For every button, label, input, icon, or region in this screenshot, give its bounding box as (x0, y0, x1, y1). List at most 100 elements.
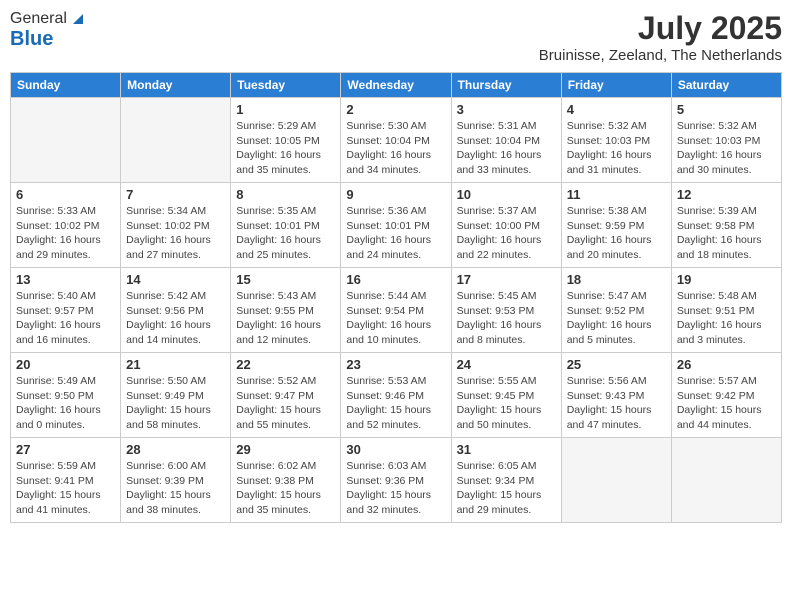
day-cell-18: 18Sunrise: 5:47 AM Sunset: 9:52 PM Dayli… (561, 268, 671, 353)
logo-blue: Blue (10, 28, 53, 51)
day-cell-30: 30 Sunrise: 6:03 AM Sunset: 9:36 PM Dayli… (341, 438, 451, 523)
day-number: 16 (346, 272, 445, 287)
day-info: Sunrise: 5:45 AM Sunset: 9:53 PM Dayligh… (457, 289, 556, 348)
weekday-header-friday: Friday (561, 73, 671, 98)
day-info: Sunrise: 5:44 AM Sunset: 9:54 PM Dayligh… (346, 289, 445, 348)
title-block: July 2025 Bruinisse, Zeeland, The Nether… (539, 10, 782, 64)
day-cell-8: 8Sunrise: 5:35 AM Sunset: 10:01 PM Dayli… (231, 183, 341, 268)
header: General Blue July 2025 Bruinisse, Zeelan… (10, 10, 782, 64)
day-number: 7 (126, 187, 225, 202)
day-cell-12: 12 Sunrise: 5:39 AM Sunset: 9:58 PM Dayli… (671, 183, 781, 268)
day-info: Sunrise: 5:37 AM Sunset: 10:00 PM Daylig… (457, 204, 556, 263)
day-cell-25: 25Sunrise: 5:56 AM Sunset: 9:43 PM Dayli… (561, 353, 671, 438)
weekday-header-thursday: Thursday (451, 73, 561, 98)
day-number: 27 (16, 442, 115, 457)
day-cell-15: 15 Sunrise: 5:43 AM Sunset: 9:55 PM Dayli… (231, 268, 341, 353)
week-row-1: 1Sunrise: 5:29 AM Sunset: 10:05 PM Dayli… (11, 98, 782, 183)
day-info: Sunrise: 5:34 AM Sunset: 10:02 PM Daylig… (126, 204, 225, 263)
week-row-3: 13Sunrise: 5:40 AM Sunset: 9:57 PM Dayli… (11, 268, 782, 353)
location: Bruinisse, Zeeland, The Netherlands (539, 47, 782, 64)
day-number: 4 (567, 102, 666, 117)
day-cell-27: 27 Sunrise: 5:59 AM Sunset: 9:41 PM Dayli… (11, 438, 121, 523)
day-info: Sunrise: 5:53 AM Sunset: 9:46 PM Dayligh… (346, 374, 445, 433)
day-info: Sunrise: 5:50 AM Sunset: 9:49 PM Dayligh… (126, 374, 225, 433)
empty-cell (121, 98, 231, 183)
day-info: Sunrise: 5:38 AM Sunset: 9:59 PM Dayligh… (567, 204, 666, 263)
day-cell-1: 1Sunrise: 5:29 AM Sunset: 10:05 PM Dayli… (231, 98, 341, 183)
day-info: Sunrise: 6:03 AM Sunset: 9:36 PM Dayligh… (346, 459, 445, 518)
day-info: Sunrise: 5:29 AM Sunset: 10:05 PM Daylig… (236, 119, 335, 178)
day-number: 30 (346, 442, 445, 457)
day-number: 19 (677, 272, 776, 287)
day-cell-4: 4 Sunrise: 5:32 AM Sunset: 10:03 PM Dayli… (561, 98, 671, 183)
weekday-header-row: SundayMondayTuesdayWednesdayThursdayFrid… (11, 73, 782, 98)
day-cell-13: 13Sunrise: 5:40 AM Sunset: 9:57 PM Dayli… (11, 268, 121, 353)
day-number: 3 (457, 102, 556, 117)
day-number: 17 (457, 272, 556, 287)
day-info: Sunrise: 5:32 AM Sunset: 10:03 PM Daylig… (567, 119, 666, 178)
day-number: 12 (677, 187, 776, 202)
day-info: Sunrise: 5:33 AM Sunset: 10:02 PM Daylig… (16, 204, 115, 263)
day-info: Sunrise: 5:43 AM Sunset: 9:55 PM Dayligh… (236, 289, 335, 348)
empty-cell (11, 98, 121, 183)
day-cell-26: 26 Sunrise: 5:57 AM Sunset: 9:42 PM Dayli… (671, 353, 781, 438)
day-info: Sunrise: 5:39 AM Sunset: 9:58 PM Dayligh… (677, 204, 776, 263)
day-number: 2 (346, 102, 445, 117)
weekday-header-wednesday: Wednesday (341, 73, 451, 98)
day-info: Sunrise: 6:05 AM Sunset: 9:34 PM Dayligh… (457, 459, 556, 518)
day-info: Sunrise: 6:00 AM Sunset: 9:39 PM Dayligh… (126, 459, 225, 518)
day-number: 8 (236, 187, 335, 202)
day-cell-22: 22 Sunrise: 5:52 AM Sunset: 9:47 PM Dayli… (231, 353, 341, 438)
day-info: Sunrise: 5:47 AM Sunset: 9:52 PM Dayligh… (567, 289, 666, 348)
day-number: 9 (346, 187, 445, 202)
day-number: 11 (567, 187, 666, 202)
week-row-2: 6Sunrise: 5:33 AM Sunset: 10:02 PM Dayli… (11, 183, 782, 268)
day-cell-17: 17 Sunrise: 5:45 AM Sunset: 9:53 PM Dayli… (451, 268, 561, 353)
day-number: 31 (457, 442, 556, 457)
day-cell-29: 29Sunrise: 6:02 AM Sunset: 9:38 PM Dayli… (231, 438, 341, 523)
empty-cell (671, 438, 781, 523)
day-number: 20 (16, 357, 115, 372)
day-number: 21 (126, 357, 225, 372)
day-number: 26 (677, 357, 776, 372)
day-info: Sunrise: 5:56 AM Sunset: 9:43 PM Dayligh… (567, 374, 666, 433)
day-cell-7: 7 Sunrise: 5:34 AM Sunset: 10:02 PM Dayli… (121, 183, 231, 268)
day-cell-28: 28 Sunrise: 6:00 AM Sunset: 9:39 PM Dayli… (121, 438, 231, 523)
day-number: 29 (236, 442, 335, 457)
day-number: 28 (126, 442, 225, 457)
weekday-header-sunday: Sunday (11, 73, 121, 98)
day-cell-23: 23Sunrise: 5:53 AM Sunset: 9:46 PM Dayli… (341, 353, 451, 438)
week-row-5: 27 Sunrise: 5:59 AM Sunset: 9:41 PM Dayli… (11, 438, 782, 523)
month-year: July 2025 (539, 10, 782, 47)
calendar: SundayMondayTuesdayWednesdayThursdayFrid… (10, 72, 782, 523)
day-number: 13 (16, 272, 115, 287)
day-cell-2: 2Sunrise: 5:30 AM Sunset: 10:04 PM Dayli… (341, 98, 451, 183)
week-row-4: 20Sunrise: 5:49 AM Sunset: 9:50 PM Dayli… (11, 353, 782, 438)
day-cell-16: 16 Sunrise: 5:44 AM Sunset: 9:54 PM Dayli… (341, 268, 451, 353)
day-cell-5: 5Sunrise: 5:32 AM Sunset: 10:03 PM Dayli… (671, 98, 781, 183)
day-cell-21: 21 Sunrise: 5:50 AM Sunset: 9:49 PM Dayli… (121, 353, 231, 438)
day-info: Sunrise: 5:42 AM Sunset: 9:56 PM Dayligh… (126, 289, 225, 348)
day-info: Sunrise: 5:32 AM Sunset: 10:03 PM Daylig… (677, 119, 776, 178)
day-cell-10: 10 Sunrise: 5:37 AM Sunset: 10:00 PM Dayl… (451, 183, 561, 268)
day-cell-6: 6Sunrise: 5:33 AM Sunset: 10:02 PM Dayli… (11, 183, 121, 268)
day-cell-11: 11 Sunrise: 5:38 AM Sunset: 9:59 PM Dayli… (561, 183, 671, 268)
day-number: 10 (457, 187, 556, 202)
weekday-header-monday: Monday (121, 73, 231, 98)
weekday-header-saturday: Saturday (671, 73, 781, 98)
day-info: Sunrise: 5:57 AM Sunset: 9:42 PM Dayligh… (677, 374, 776, 433)
day-cell-19: 19 Sunrise: 5:48 AM Sunset: 9:51 PM Dayli… (671, 268, 781, 353)
day-cell-3: 3Sunrise: 5:31 AM Sunset: 10:04 PM Dayli… (451, 98, 561, 183)
day-info: Sunrise: 5:52 AM Sunset: 9:47 PM Dayligh… (236, 374, 335, 433)
day-cell-9: 9 Sunrise: 5:36 AM Sunset: 10:01 PM Dayli… (341, 183, 451, 268)
day-info: Sunrise: 5:59 AM Sunset: 9:41 PM Dayligh… (16, 459, 115, 518)
day-number: 15 (236, 272, 335, 287)
day-info: Sunrise: 5:48 AM Sunset: 9:51 PM Dayligh… (677, 289, 776, 348)
day-number: 22 (236, 357, 335, 372)
day-cell-24: 24Sunrise: 5:55 AM Sunset: 9:45 PM Dayli… (451, 353, 561, 438)
weekday-header-tuesday: Tuesday (231, 73, 341, 98)
day-cell-20: 20Sunrise: 5:49 AM Sunset: 9:50 PM Dayli… (11, 353, 121, 438)
day-info: Sunrise: 5:36 AM Sunset: 10:01 PM Daylig… (346, 204, 445, 263)
empty-cell (561, 438, 671, 523)
day-cell-31: 31 Sunrise: 6:05 AM Sunset: 9:34 PM Dayli… (451, 438, 561, 523)
